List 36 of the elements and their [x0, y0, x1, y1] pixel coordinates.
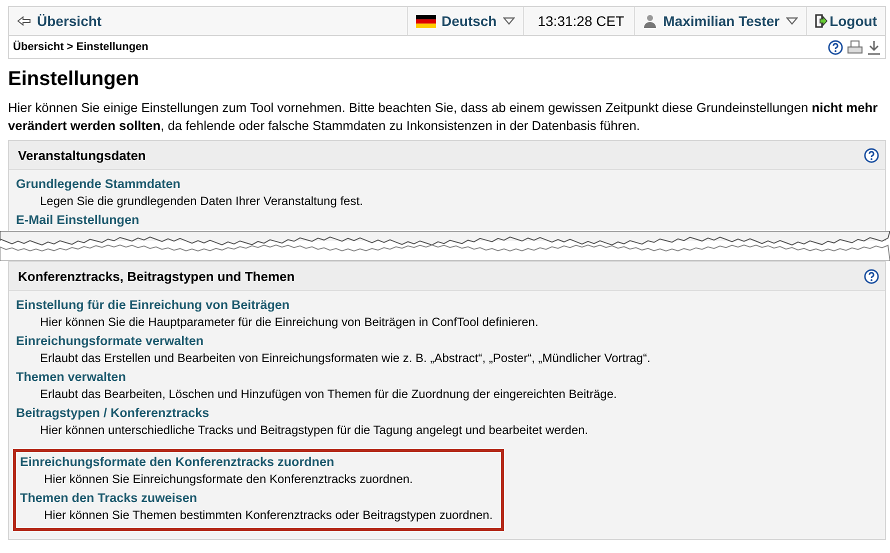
caret-icon: [786, 17, 798, 25]
download-icon[interactable]: [867, 40, 881, 54]
settings-link[interactable]: E-Mail Einstellungen: [16, 212, 140, 229]
panel-title: Konferenztracks, Beitragstypen und Themen: [18, 268, 295, 284]
settings-link[interactable]: Grundlegende Stammdaten: [16, 176, 180, 193]
settings-link[interactable]: Einreichungsformate den Konferenztracks zuordnen: [20, 454, 334, 471]
help-icon[interactable]: [864, 268, 879, 284]
back-button[interactable]: Übersicht: [17, 13, 102, 29]
intro-text: Hier können Sie einige Einstellungen zum Tool vornehmen. Bitte beachten Sie, dass ab einem gewissen Zeitpunkt diese Grundeinstellungen nicht mehr verändert werden sollten, da fehlende oder falsche Stammdaten zu Inkonsistenzen in der Datenbasis führen.: [8, 99, 879, 135]
settings-link[interactable]: Einstellung für die Einreichung von Beiträgen: [16, 297, 290, 314]
user-icon: [643, 14, 658, 28]
logout-icon: [814, 14, 828, 28]
settings-link[interactable]: Einreichungsformate verwalten: [16, 333, 204, 350]
settings-description: Legen Sie die grundlegenden Daten Ihrer Veranstaltung fest.: [39, 193, 364, 210]
flag-icon: [416, 14, 436, 28]
panel-title: Veranstaltungsdaten: [18, 148, 146, 162]
back-arrow-icon: [17, 16, 31, 26]
settings-description: Hier können unterschiedliche Tracks und Beitragstypen für die Tagung angelegt und bearbeitet werden.: [39, 422, 590, 439]
clock-time: 13:31:28 CET: [538, 13, 624, 29]
caret-icon: [502, 17, 515, 25]
settings-description: Erlaubt das Bearbeiten, Löschen und Hinzufügen von Themen für die Zuordnung der eingereichten Beiträge.: [39, 386, 618, 403]
page-title: Einstellungen: [8, 68, 140, 91]
help-icon[interactable]: [828, 40, 843, 54]
breadcrumb: Übersicht > Einstellungen: [13, 41, 148, 53]
settings-description: Hier können Sie Themen bestimmten Konferenztracks oder Beitragstypen zuordnen.: [43, 507, 493, 524]
settings-description: Erlaubt das Erstellen und Bearbeiten von Einreichungsformaten wie z. B. „Abstract“, „Poster“, „Mündlicher Vortrag“.: [39, 350, 652, 367]
help-icon[interactable]: [864, 148, 879, 162]
settings-link[interactable]: Beitragstypen / Konferenztracks: [16, 405, 210, 422]
settings-description: Hier können Sie Einreichungsformate den Konferenztracks zuordnen.: [43, 471, 414, 488]
language-selector[interactable]: Deutsch: [416, 13, 515, 29]
settings-link[interactable]: Themen verwalten: [16, 369, 126, 386]
settings-description: Hier können Sie die Hauptparameter für die Einreichung von Beiträgen in ConfTool definieren.: [39, 314, 540, 331]
user-menu[interactable]: Maximilian Tester: [643, 13, 798, 29]
print-icon[interactable]: [847, 40, 863, 54]
settings-link[interactable]: Themen den Tracks zuweisen: [20, 490, 198, 507]
logout-button[interactable]: Logout: [814, 13, 877, 29]
